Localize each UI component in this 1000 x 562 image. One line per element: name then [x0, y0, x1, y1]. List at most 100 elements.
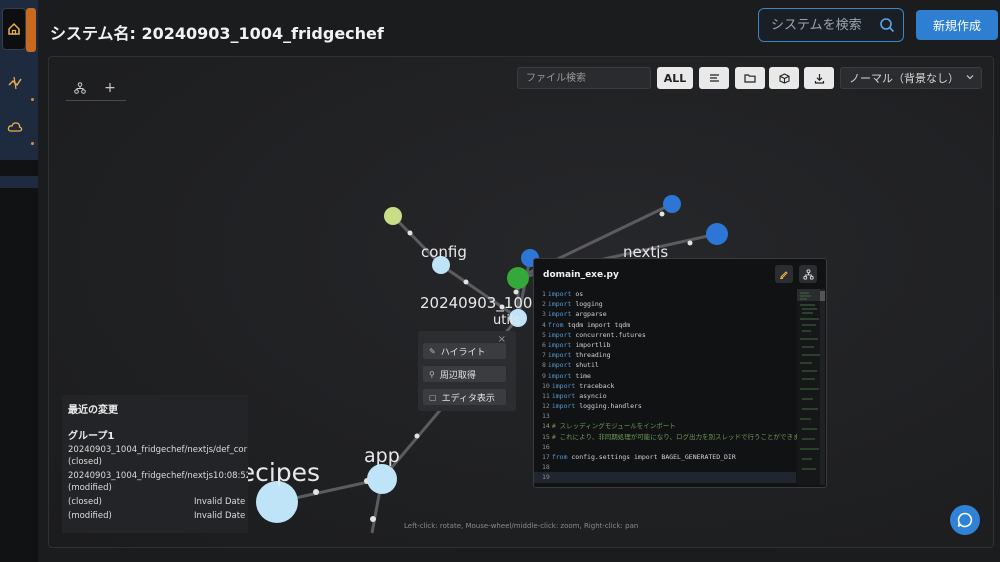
- graph-node-recipes[interactable]: [256, 481, 298, 523]
- edge-dot: [370, 516, 376, 522]
- code-minimap[interactable]: [797, 289, 825, 485]
- code-line: 5 import concurrent.futures: [534, 330, 796, 340]
- code-line: 7 import threading: [534, 350, 796, 360]
- code-text: time: [571, 371, 591, 380]
- line-number: 2: [542, 300, 546, 309]
- recent-item-status: (modified): [68, 511, 112, 521]
- code-line: 12 import logging.handlers: [534, 401, 796, 411]
- graph-controls-hint: Left-click: rotate, Mouse-wheel/middle-c…: [404, 522, 639, 530]
- code-line: 19: [534, 472, 796, 483]
- code-keyword: import: [547, 361, 572, 370]
- graph-node[interactable]: [384, 207, 402, 225]
- recent-changes-panel: 最近の変更 グループ1 20240903_1004_fridgechef/nex…: [62, 395, 248, 533]
- recent-changes-title: 最近の変更: [68, 405, 118, 416]
- code-view[interactable]: 1 import os 2 import logging 3 import argpars…: [534, 289, 806, 483]
- code-keyword: import: [547, 310, 572, 319]
- code-text: asyncio: [575, 391, 607, 400]
- edge-dot: [659, 211, 665, 217]
- code-line: 13: [534, 411, 796, 421]
- code-keyword: from: [547, 320, 564, 329]
- editor-filename: domain_exe.py: [543, 270, 619, 280]
- code-line: 10 import traceback: [534, 381, 796, 391]
- recent-item[interactable]: 20240903_1004_fridgechef/nextjs10:08:52: [68, 471, 248, 481]
- code-keyword: import: [551, 381, 576, 390]
- line-number: 3: [542, 310, 546, 319]
- edge-dot: [687, 240, 693, 246]
- minimap-graphic: [797, 289, 825, 485]
- code-line: 3 import argparse: [534, 309, 796, 319]
- node-context-menu: × ✎ ハイライト ⚲ 周辺取得 ▢ エディタ表示: [418, 331, 516, 411]
- edge-dot: [407, 230, 413, 236]
- recent-item-status: (closed): [68, 457, 102, 467]
- fetch-neighbors-label: 周辺取得: [439, 370, 476, 381]
- line-number: 14: [542, 422, 550, 431]
- graph-icon: ⚲: [429, 369, 435, 379]
- code-line: 15 # これにより、非同期処理が可能になり、ログ出力を別スレッドで行うことができ…: [534, 432, 806, 442]
- code-line: 1 import os: [534, 289, 796, 299]
- highlighter-icon: ✎: [429, 346, 436, 356]
- highlight-toggle-button[interactable]: [775, 265, 793, 283]
- highlight-label: ハイライト: [440, 347, 486, 358]
- line-number: 13: [542, 412, 550, 421]
- code-text: shutil: [571, 361, 599, 370]
- code-text: importlib: [571, 340, 611, 349]
- line-number: 10: [542, 381, 550, 390]
- line-number: 19: [542, 473, 550, 482]
- graph-node[interactable]: [507, 267, 529, 289]
- open-editor-label: エディタ表示: [441, 393, 495, 404]
- line-number: 11: [542, 391, 550, 400]
- line-number: 5: [542, 330, 546, 339]
- code-keyword: import: [547, 340, 572, 349]
- code-keyword: import: [547, 351, 572, 360]
- line-number: 16: [542, 442, 550, 451]
- graph-node-app[interactable]: [367, 464, 397, 494]
- chat-button[interactable]: [950, 505, 980, 535]
- code-keyword: from: [551, 453, 568, 461]
- node-label-config: config: [421, 243, 467, 261]
- edge-dot: [463, 279, 469, 285]
- graph-node[interactable]: [706, 223, 728, 245]
- line-number: 1: [542, 290, 546, 298]
- node-label-utils: utils: [493, 313, 521, 328]
- code-text: logging: [571, 300, 603, 309]
- chat-icon: [957, 512, 973, 528]
- graph-node[interactable]: [663, 195, 681, 213]
- line-number: 7: [542, 351, 546, 360]
- line-number: 15: [542, 432, 550, 441]
- code-text: threading: [571, 351, 611, 360]
- edge-dot: [414, 433, 420, 439]
- recent-item-status: (modified): [68, 483, 112, 493]
- open-editor-button[interactable]: ▢ エディタ表示: [423, 389, 506, 405]
- code-text: os: [571, 290, 584, 298]
- code-keyword: import: [547, 371, 572, 380]
- code-line: 16: [534, 442, 796, 452]
- fetch-neighbors-button[interactable]: ⚲ 周辺取得: [423, 366, 506, 382]
- line-number: 17: [542, 453, 550, 461]
- code-line: 8 import shutil: [534, 360, 796, 370]
- code-line: 17 from config.settings import BAGEL_GENE…: [534, 452, 796, 462]
- code-editor-popup[interactable]: domain_exe.py 1 import os 2 import logging 3…: [533, 258, 827, 488]
- line-number: 9: [542, 371, 546, 380]
- code-line: 6 import importlib: [534, 340, 796, 350]
- code-keyword: import: [551, 402, 576, 411]
- code-keyword: import: [547, 300, 572, 309]
- highlight-button[interactable]: ✎ ハイライト: [423, 343, 506, 359]
- recent-item[interactable]: 20240903_1004_fridgechef/nextjs/def_cor: [68, 445, 247, 455]
- code-comment: # スレッディングモジュールをインポート: [551, 422, 676, 431]
- code-text: concurrent.futures: [571, 330, 646, 339]
- graph-view-button[interactable]: [799, 265, 817, 283]
- graph-icon: [802, 268, 814, 280]
- node-label-root: 20240903_1004: [420, 294, 543, 312]
- line-number: 8: [542, 361, 546, 370]
- code-text: tqdm import tqdm: [563, 320, 631, 329]
- recent-item-date: Invalid Date: [194, 511, 246, 521]
- code-keyword: import: [547, 330, 572, 339]
- code-text: argparse: [571, 310, 607, 319]
- code-line: 4 from tqdm import tqdm: [534, 320, 796, 330]
- edge-dot: [313, 489, 319, 495]
- code-comment: # これにより、非同期処理が可能になり、ログ出力を別スレッドで行うことができます: [551, 432, 807, 441]
- recent-item-status: (closed): [68, 497, 102, 507]
- recent-group-title: グループ1: [68, 431, 115, 442]
- code-text: logging.handlers: [575, 402, 642, 411]
- line-number: 18: [542, 463, 550, 472]
